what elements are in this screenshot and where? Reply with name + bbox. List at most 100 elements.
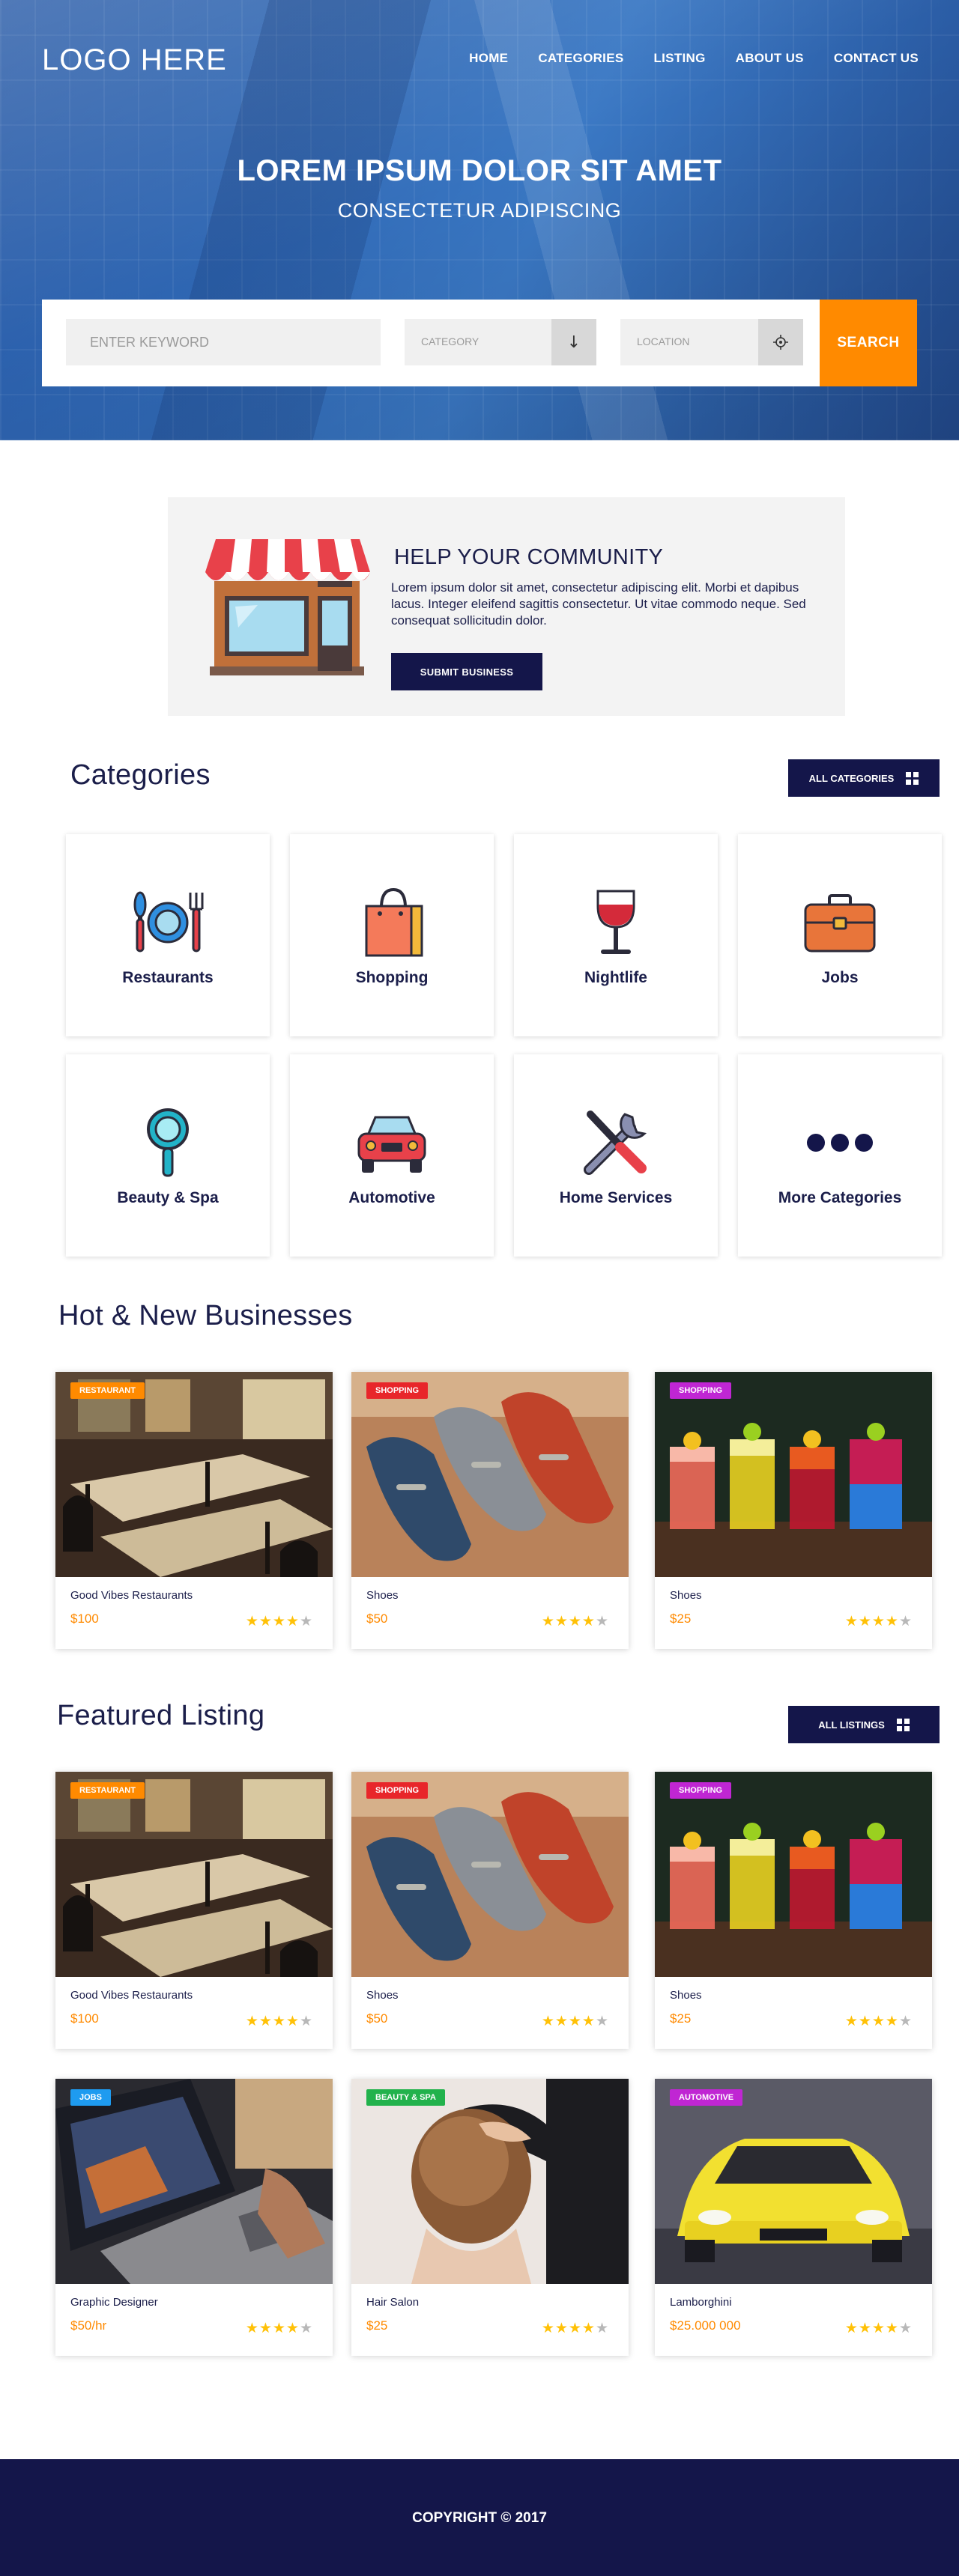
category-badge: SHOPPING [670, 1782, 732, 1799]
category-badge: BEAUTY & SPA [366, 2089, 445, 2106]
featured-title: Featured Listing [57, 1700, 265, 1731]
category-badge: SHOPPING [366, 1382, 429, 1399]
storefront-icon [205, 539, 370, 675]
shoes-photo: SHOPPING [351, 1372, 629, 1577]
location-select-label: LOCATION [637, 335, 690, 347]
submit-business-button[interactable]: SUBMIT BUSINESS [391, 653, 542, 690]
category-label: Nightlife [584, 969, 647, 986]
rating-stars: ★★★★★ [844, 1613, 913, 1629]
category-card-beauty-spa[interactable]: Beauty & Spa [66, 1054, 270, 1257]
hero-title: LOREM IPSUM DOLOR SIT AMET [237, 154, 722, 187]
nav-categories[interactable]: CATEGORIES [538, 51, 623, 66]
rating-stars: ★★★★★ [844, 2320, 913, 2336]
logo[interactable]: LOGO HERE [42, 43, 227, 77]
nav-about-us[interactable]: ABOUT US [736, 51, 804, 66]
rating-stars: ★★★★★ [541, 1613, 609, 1629]
grid-icon [906, 771, 919, 785]
listing-price: $25 [670, 2011, 692, 2026]
category-label: Beauty & Spa [117, 1189, 219, 1206]
crosshair-icon[interactable] [758, 319, 803, 365]
categories-title: Categories [70, 759, 211, 791]
listing-name: Lamborghini [670, 2296, 732, 2309]
listing-card[interactable]: AUTOMOTIVE Lamborghini $25.000 000 ★★★★★ [655, 2079, 932, 2356]
category-card-restaurants[interactable]: Restaurants [66, 834, 270, 1036]
listing-card[interactable]: SHOPPING Shoes $50 ★★★★★ [351, 1772, 629, 2049]
footer: COPYRIGHT © 2017 [0, 2459, 959, 2576]
cocktails-photo: SHOPPING [655, 1772, 932, 1977]
category-badge: SHOPPING [670, 1382, 732, 1399]
listing-card[interactable]: JOBS Graphic Designer $50/hr ★★★★★ [55, 2079, 333, 2356]
all-listings-button[interactable]: ALL LISTINGS [788, 1706, 940, 1743]
listing-card[interactable]: SHOPPING Shoes $25 ★★★★★ [655, 1372, 932, 1649]
category-card-automotive[interactable]: Automotive [290, 1054, 494, 1257]
rating-stars: ★★★★★ [245, 2320, 313, 2336]
arrow-down-icon[interactable]: ↓ [551, 319, 596, 365]
listing-name: Graphic Designer [70, 2296, 158, 2309]
rating-stars: ★★★★★ [245, 2013, 313, 2029]
category-badge: JOBS [70, 2089, 111, 2106]
wine-glass-icon [596, 890, 635, 954]
category-card-jobs[interactable]: Jobs [738, 834, 942, 1036]
sports-car-photo: AUTOMOTIVE [655, 2079, 932, 2284]
category-label: Shopping [355, 969, 429, 986]
main-nav: HOME CATEGORIES LISTING ABOUT US CONTACT… [469, 51, 919, 66]
all-listings-label: ALL LISTINGS [818, 1719, 885, 1731]
restaurant-icon [133, 891, 204, 953]
listing-name: Shoes [670, 1589, 702, 1602]
community-text: Lorem ipsum dolor sit amet, consectetur … [391, 580, 806, 628]
community-banner: HELP YOUR COMMUNITY Lorem ipsum dolor si… [168, 497, 845, 716]
rating-stars: ★★★★★ [245, 1613, 313, 1629]
all-categories-button[interactable]: ALL CATEGORIES [788, 759, 940, 797]
grid-icon [896, 1718, 910, 1731]
nav-listing[interactable]: LISTING [653, 51, 705, 66]
category-card-shopping[interactable]: Shopping [290, 834, 494, 1036]
listing-card[interactable]: SHOPPING Shoes $50 ★★★★★ [351, 1372, 629, 1649]
listing-price: $25 [670, 1611, 692, 1626]
listing-name: Good Vibes Restaurants [70, 1589, 193, 1602]
hot-new-title: Hot & New Businesses [58, 1300, 353, 1331]
listing-price: $25 [366, 2318, 388, 2333]
search-button[interactable]: SEARCH [820, 300, 917, 386]
nav-contact-us[interactable]: CONTACT US [834, 51, 919, 66]
listing-price: $50 [366, 2011, 388, 2026]
nav-home[interactable]: HOME [469, 51, 508, 66]
search-bar: CATEGORY ↓ LOCATION SEARCH [42, 300, 917, 386]
keyword-input[interactable] [66, 319, 381, 365]
category-badge: RESTAURANT [70, 1782, 145, 1799]
category-card-more[interactable]: More Categories [738, 1054, 942, 1257]
category-card-home-services[interactable]: Home Services [514, 1054, 718, 1257]
hero-subtitle: CONSECTETUR ADIPISCING [337, 199, 622, 222]
category-label: Home Services [559, 1189, 673, 1206]
listing-card[interactable]: RESTAURANT Good Vibes Restaurants $100 ★… [55, 1372, 333, 1649]
listing-name: Good Vibes Restaurants [70, 1989, 193, 2002]
car-icon [357, 1116, 426, 1173]
category-badge: AUTOMOTIVE [670, 2089, 743, 2106]
listing-price: $50/hr [70, 2318, 107, 2333]
rating-stars: ★★★★★ [541, 2320, 609, 2336]
rating-stars: ★★★★★ [541, 2013, 609, 2029]
listing-card[interactable]: BEAUTY & SPA Hair Salon $25 ★★★★★ [351, 2079, 629, 2356]
location-select[interactable]: LOCATION [620, 319, 803, 365]
listing-price: $25.000 000 [670, 2318, 741, 2333]
listing-card[interactable]: SHOPPING Shoes $25 ★★★★★ [655, 1772, 932, 2049]
cocktails-photo: SHOPPING [655, 1372, 932, 1577]
listing-name: Shoes [366, 1589, 399, 1602]
hand-mirror-icon [147, 1108, 189, 1177]
category-badge: RESTAURANT [70, 1382, 145, 1399]
category-card-nightlife[interactable]: Nightlife [514, 834, 718, 1036]
listing-name: Hair Salon [366, 2296, 420, 2309]
category-select-label: CATEGORY [421, 335, 480, 347]
hair-salon-photo: BEAUTY & SPA [351, 2079, 629, 2284]
listing-name: Shoes [670, 1989, 702, 2002]
all-categories-label: ALL CATEGORIES [808, 772, 895, 784]
listing-price: $100 [70, 2011, 99, 2026]
category-label: Jobs [821, 969, 859, 986]
shopping-bag-icon [365, 887, 423, 957]
category-badge: SHOPPING [366, 1782, 429, 1799]
tools-icon [584, 1111, 647, 1175]
category-select[interactable]: CATEGORY ↓ [405, 319, 596, 365]
restaurant-photo: RESTAURANT [55, 1772, 333, 1977]
listing-card[interactable]: RESTAURANT Good Vibes Restaurants $100 ★… [55, 1772, 333, 2049]
more-dots-icon [807, 1134, 873, 1152]
category-label: Restaurants [122, 969, 214, 986]
